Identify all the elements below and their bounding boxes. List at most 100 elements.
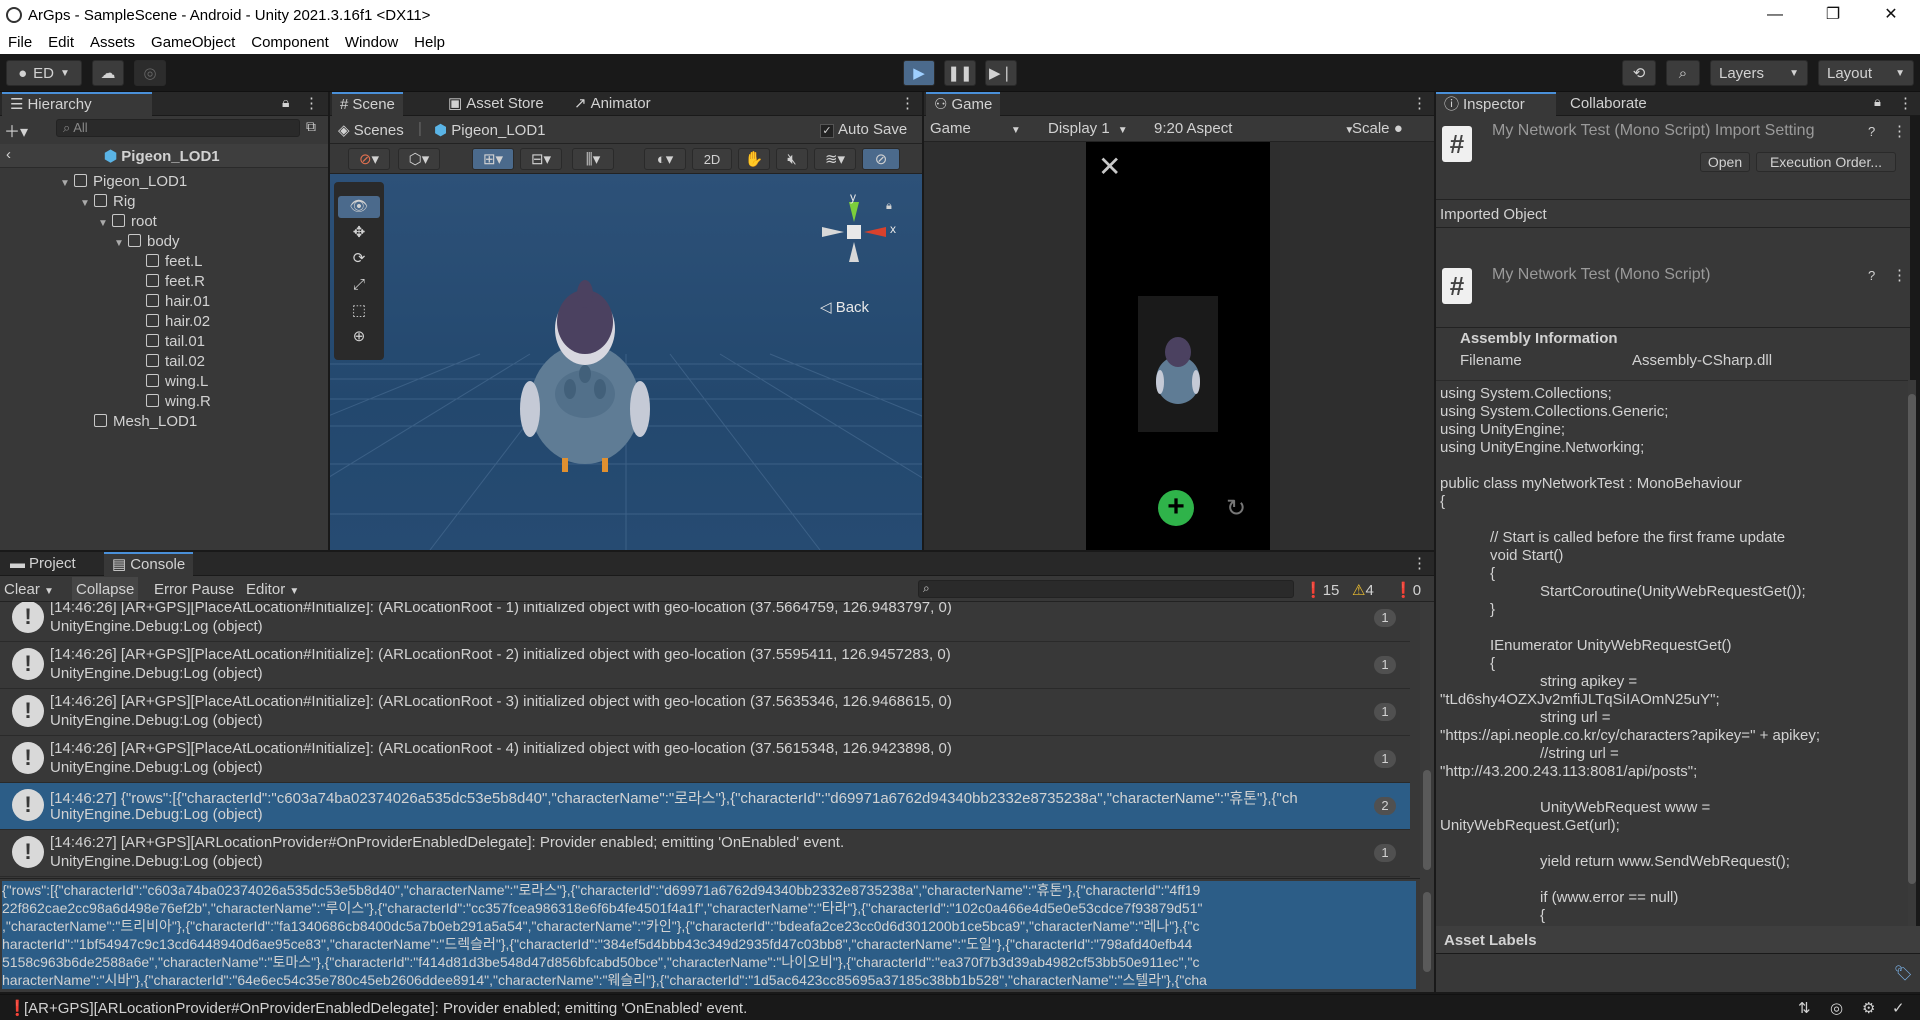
clear-button[interactable]: Clear ▼ xyxy=(4,581,54,598)
character-card[interactable] xyxy=(1138,296,1218,432)
error-count-toggle[interactable]: ❗0 xyxy=(1394,581,1421,599)
play-button[interactable]: ▶ xyxy=(903,60,935,86)
lock-icon[interactable]: 🔒︎ xyxy=(1874,94,1881,110)
history-button[interactable]: ⟲ xyxy=(1622,60,1656,86)
log-row[interactable]: ! [14:46:27] [AR+GPS][ARLocationProvider#… xyxy=(0,830,1410,877)
align-button[interactable]: ⫼ ▾ xyxy=(572,148,614,170)
global-dropdown[interactable]: ⬡ ▾ xyxy=(398,148,440,170)
add-button[interactable]: + xyxy=(1158,490,1194,526)
network-icon[interactable]: ⇅ xyxy=(1798,999,1811,1017)
progress-icon[interactable]: ✓ xyxy=(1892,999,1905,1017)
log-row[interactable]: ! [14:46:26] [AR+GPS][PlaceAtLocation#Ini… xyxy=(0,602,1410,642)
game-screen[interactable]: ✕ + ↻ xyxy=(1086,142,1270,550)
shading-dropdown[interactable]: ◐ ▾ xyxy=(644,148,686,170)
scrollbar-thumb[interactable] xyxy=(1423,770,1431,870)
menu-help[interactable]: Help xyxy=(406,34,453,51)
menu-window[interactable]: Window xyxy=(337,34,406,51)
tab-game[interactable]: ⚇ Game xyxy=(926,92,1001,116)
hierarchy-item[interactable]: wing.L xyxy=(146,372,208,392)
help-icon[interactable]: ? xyxy=(1868,124,1875,139)
layout-dropdown[interactable]: Layout ▼ xyxy=(1818,60,1914,86)
increment-snap-button[interactable]: ⊟ ▾ xyxy=(520,148,562,170)
hierarchy-item[interactable]: feet.R xyxy=(146,272,205,292)
log-row[interactable]: ! [14:46:26] [AR+GPS][PlaceAtLocation#Ini… xyxy=(0,736,1410,783)
tab-scene[interactable]: # Scene xyxy=(332,92,403,116)
scrollbar-thumb[interactable] xyxy=(1908,394,1916,884)
menu-gameobject[interactable]: GameObject xyxy=(143,34,243,51)
tab-asset-store[interactable]: ▣ Asset Store xyxy=(440,92,552,116)
gizmo-pivot-dropdown[interactable]: ⊘ ▾ xyxy=(348,148,390,170)
step-button[interactable]: ▶❘ xyxy=(985,60,1017,86)
editor-dropdown[interactable]: Editor ▼ xyxy=(246,581,299,598)
expand-arrow-icon[interactable]: ▼ xyxy=(114,234,128,254)
hierarchy-item[interactable]: tail.01 xyxy=(146,332,205,352)
auto-save-toggle[interactable]: ✓ Auto Save xyxy=(820,121,907,138)
display-dropdown[interactable]: Display 1 ▼ xyxy=(1048,120,1128,137)
open-button[interactable]: Open xyxy=(1700,152,1750,172)
lock-icon[interactable]: 🔒︎ xyxy=(282,94,289,111)
status-message[interactable]: [AR+GPS][ARLocationProvider#OnProviderEn… xyxy=(24,1000,747,1017)
grid-snap-button[interactable]: ⊞ ▾ xyxy=(472,148,514,170)
execution-order-button[interactable]: Execution Order... xyxy=(1756,152,1896,172)
scale-tool-button[interactable]: ⤢ xyxy=(338,274,380,296)
console-detail-area[interactable]: {"rows":[{"characterId":"c603a74ba023740… xyxy=(0,878,1420,992)
refresh-icon[interactable]: ↻ xyxy=(1226,494,1246,523)
tab-project[interactable]: ▬ Project xyxy=(2,552,84,576)
search-button[interactable]: ⌕ xyxy=(1666,60,1700,86)
log-row[interactable]: ! [14:46:27] {"rows":[{"characterId":"c60… xyxy=(0,783,1410,830)
tab-collaborate[interactable]: Collaborate xyxy=(1562,92,1655,116)
back-arrow-icon[interactable]: ‹ xyxy=(6,146,11,163)
collab-button[interactable]: ◎ xyxy=(134,60,166,86)
hierarchy-search-input[interactable]: ⌕ All xyxy=(56,119,300,137)
hierarchy-item[interactable]: hair.02 xyxy=(146,312,210,332)
close-window-button[interactable]: ✕ xyxy=(1862,0,1920,30)
kebab-menu-icon[interactable]: ⋮ xyxy=(1412,554,1427,572)
scene-viewport[interactable]: 👁︎ ✥ ⟳ ⤢ ⬚ ⊕ y x 🔒︎ ◁ Back xyxy=(330,174,922,550)
menu-edit[interactable]: Edit xyxy=(40,34,82,51)
console-search-input[interactable]: ⌕ xyxy=(918,580,1294,598)
console-scrollbar[interactable] xyxy=(1420,602,1434,878)
hierarchy-item[interactable]: ▼ root xyxy=(98,212,157,232)
log-row[interactable]: ! [14:46:26] [AR+GPS][PlaceAtLocation#Ini… xyxy=(0,689,1410,736)
kebab-menu-icon[interactable]: ⋮ xyxy=(1412,94,1427,112)
effects-dropdown[interactable]: ≋ ▾ xyxy=(814,148,856,170)
hierarchy-item[interactable]: ▼ body xyxy=(114,232,180,252)
log-row[interactable]: ! [14:46:26] [AR+GPS][PlaceAtLocation#Ini… xyxy=(0,642,1410,689)
tab-inspector[interactable]: ⓘ Inspector xyxy=(1436,92,1556,116)
menu-assets[interactable]: Assets xyxy=(82,34,143,51)
tag-icon[interactable]: 🏷︎ xyxy=(1894,964,1913,982)
hierarchy-item[interactable]: ▼ Pigeon_LOD1 xyxy=(60,172,187,192)
kebab-menu-icon[interactable]: ⋮ xyxy=(900,94,915,112)
expand-arrow-icon[interactable]: ▼ xyxy=(80,194,94,214)
2d-toggle[interactable]: 2D xyxy=(692,148,732,170)
hierarchy-item[interactable]: hair.01 xyxy=(146,292,210,312)
collapse-toggle[interactable]: Collapse xyxy=(72,577,139,601)
error-pause-toggle[interactable]: Error Pause xyxy=(154,581,234,598)
kebab-menu-icon[interactable]: ⋮ xyxy=(1898,94,1913,112)
view-tool-button[interactable]: 👁︎ xyxy=(338,196,380,218)
aspect-dropdown[interactable]: 9:20 Aspect ▼ xyxy=(1154,120,1354,137)
close-icon[interactable]: ✕ xyxy=(1098,150,1121,183)
minimize-button[interactable]: — xyxy=(1746,0,1804,30)
scale-slider[interactable]: Scale ● xyxy=(1352,120,1403,137)
help-icon[interactable]: ? xyxy=(1868,268,1875,283)
scene-visibility-icon[interactable]: ⧉ xyxy=(306,118,316,135)
expand-arrow-icon[interactable]: ▼ xyxy=(60,174,74,194)
hierarchy-item[interactable]: Mesh_LOD1 xyxy=(94,412,197,432)
hierarchy-item[interactable]: wing.R xyxy=(146,392,211,412)
cache-icon[interactable]: ◎ xyxy=(1830,999,1843,1017)
hierarchy-item[interactable]: ▼ Rig xyxy=(80,192,136,212)
kebab-menu-icon[interactable]: ⋮ xyxy=(304,94,319,112)
menu-component[interactable]: Component xyxy=(243,34,337,51)
scene-orientation-gizmo[interactable] xyxy=(814,190,914,290)
kebab-menu-icon[interactable]: ⋮ xyxy=(1892,266,1907,284)
expand-arrow-icon[interactable]: ▼ xyxy=(98,214,112,234)
add-icon[interactable]: ＋▾ xyxy=(4,118,28,142)
pause-button[interactable]: ❚❚ xyxy=(944,60,976,86)
debug-icon[interactable]: ⚙ xyxy=(1862,999,1875,1017)
cloud-button[interactable]: ☁ xyxy=(92,60,124,86)
account-dropdown[interactable]: ● ED ▼ xyxy=(6,60,82,86)
rotate-tool-button[interactable]: ⟳ xyxy=(338,248,380,270)
log-count-toggle[interactable]: ❗15 xyxy=(1304,581,1339,599)
audio-toggle[interactable]: 🔇︎ xyxy=(776,148,808,170)
